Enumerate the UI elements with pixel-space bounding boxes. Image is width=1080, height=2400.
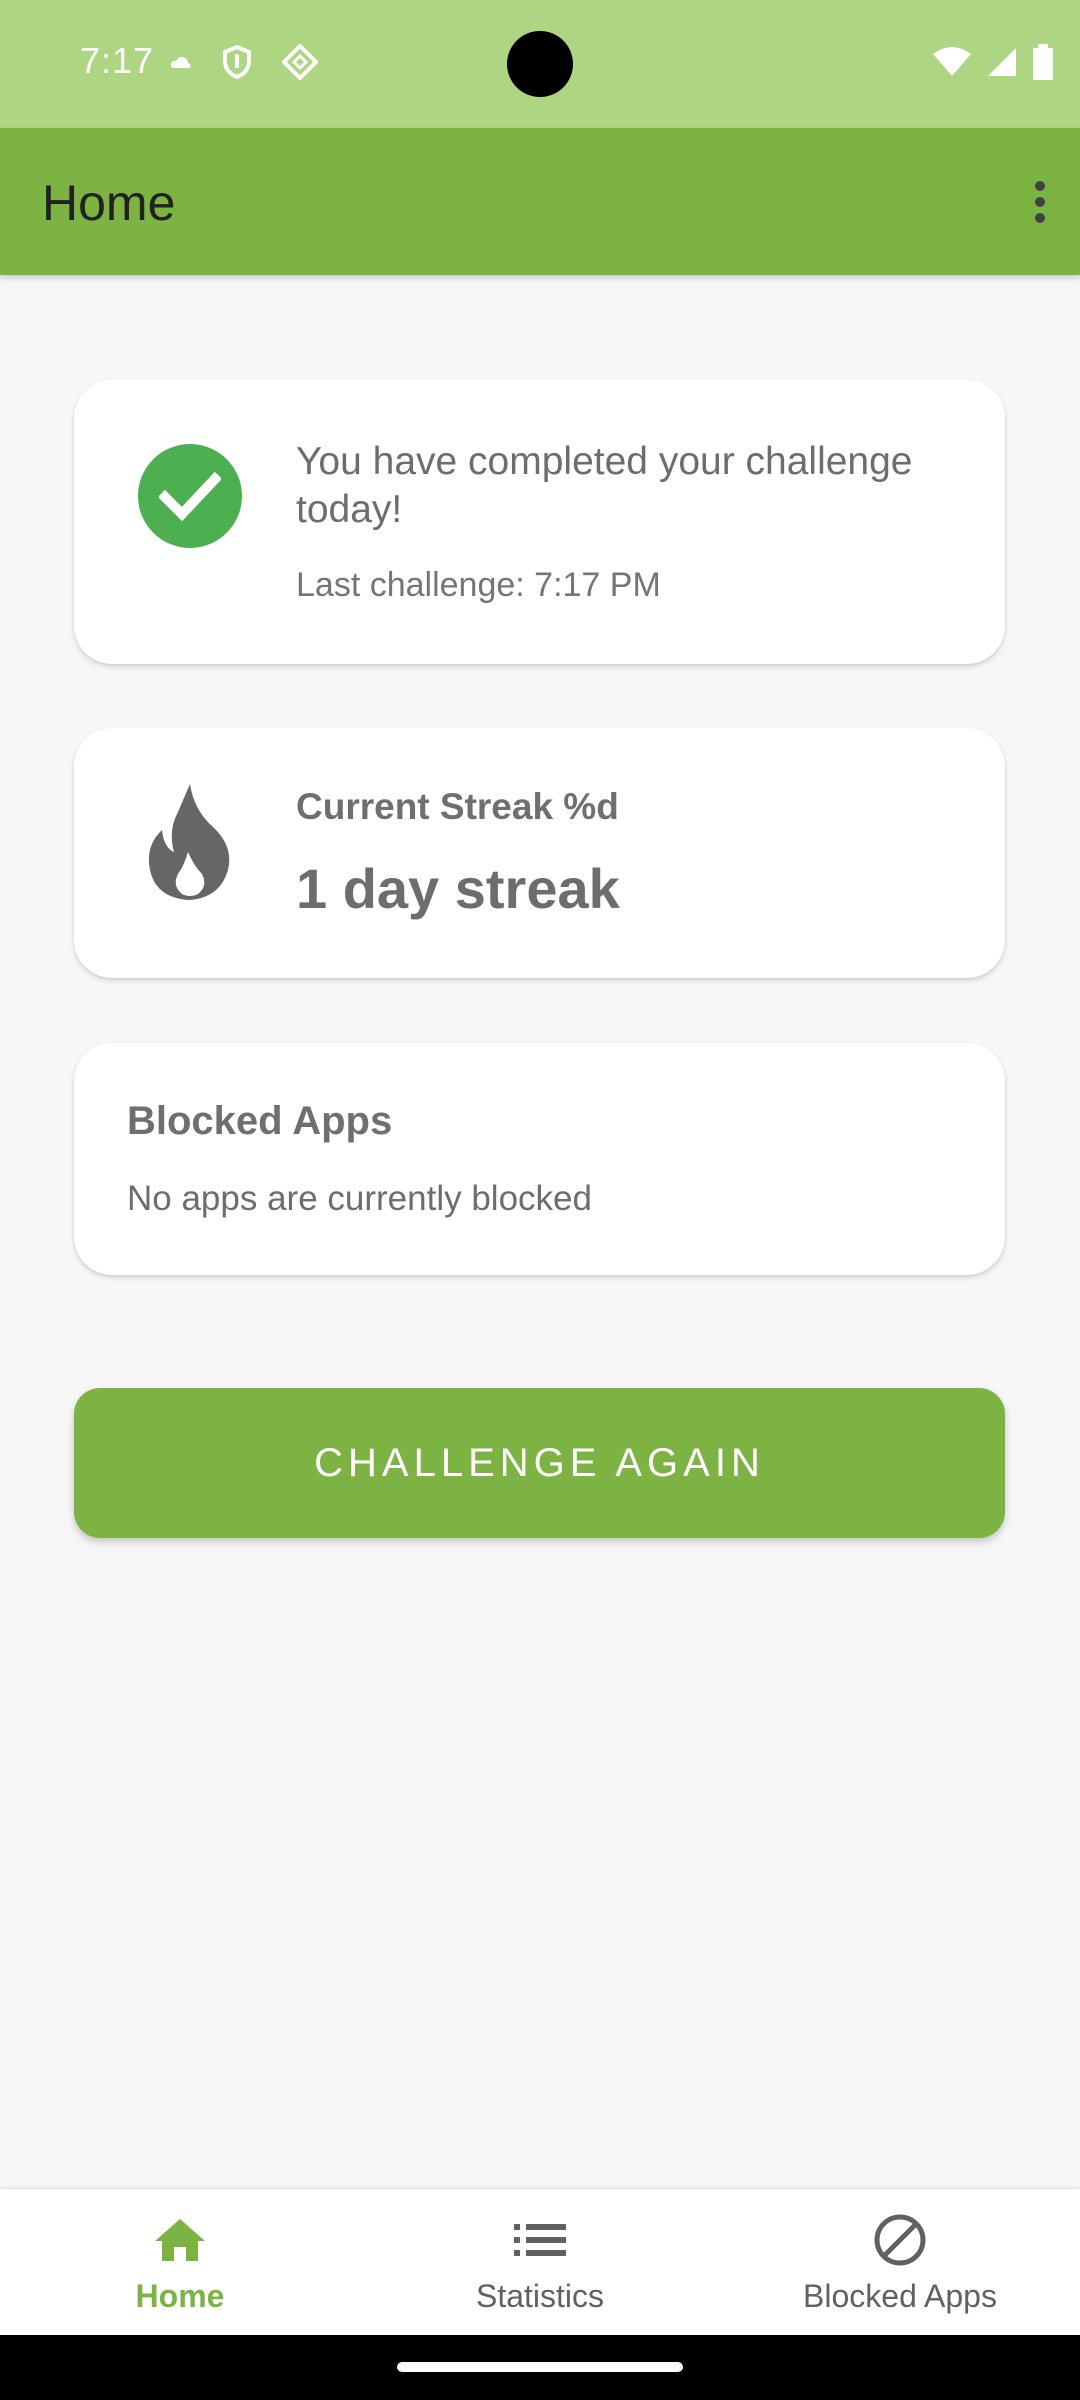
- challenge-again-button[interactable]: CHALLENGE AGAIN: [74, 1388, 1005, 1538]
- system-navigation-bar: [0, 2335, 1080, 2400]
- nav-label-statistics: Statistics: [475, 2277, 605, 2314]
- nav-item-home[interactable]: Home: [0, 2189, 360, 2335]
- check-circle-icon: [138, 444, 242, 548]
- home-gesture-handle[interactable]: [397, 2362, 683, 2372]
- blocked-apps-title: Blocked Apps: [127, 1099, 393, 1143]
- shield-icon: [222, 44, 252, 84]
- more-vert-icon[interactable]: [1000, 168, 1080, 236]
- wifi-icon: [932, 46, 972, 83]
- blocked-apps-message: No apps are currently blocked: [127, 1179, 592, 1218]
- fire-icon: [142, 780, 236, 902]
- app-bar: Home: [0, 128, 1080, 275]
- page-title: Home: [42, 175, 176, 231]
- block-icon: [872, 2210, 928, 2270]
- camera-cutout: [507, 31, 573, 97]
- streak-value: 1 day streak: [296, 857, 620, 920]
- last-challenge-time: Last challenge: 7:17 PM: [296, 566, 661, 604]
- nav-label-home: Home: [135, 2277, 225, 2314]
- blocked-apps-card: Blocked Apps No apps are currently block…: [74, 1043, 1005, 1275]
- bottom-navigation: Home Statistics Blocked Apps: [0, 2189, 1080, 2335]
- battery-icon: [1032, 44, 1054, 85]
- nav-label-blocked-apps: Blocked Apps: [803, 2277, 997, 2314]
- status-icons-left: [170, 43, 319, 85]
- nav-item-statistics[interactable]: Statistics: [360, 2189, 720, 2335]
- list-icon: [514, 2210, 566, 2270]
- cloud-icon: [170, 54, 192, 75]
- streak-card: Current Streak %d 1 day streak: [74, 728, 1005, 978]
- cell-signal-icon: [986, 46, 1018, 83]
- nav-item-blocked-apps[interactable]: Blocked Apps: [720, 2189, 1080, 2335]
- challenge-status-card: You have completed your challenge today!…: [74, 380, 1005, 664]
- status-bar: 7:17: [0, 0, 1080, 128]
- challenge-status-text: You have completed your challenge today!: [296, 440, 913, 531]
- home-icon: [153, 2210, 207, 2270]
- streak-label: Current Streak %d: [296, 786, 619, 827]
- status-icons-right: [932, 44, 1054, 85]
- status-time: 7:17: [80, 40, 155, 81]
- vpn-key-icon: [281, 43, 319, 85]
